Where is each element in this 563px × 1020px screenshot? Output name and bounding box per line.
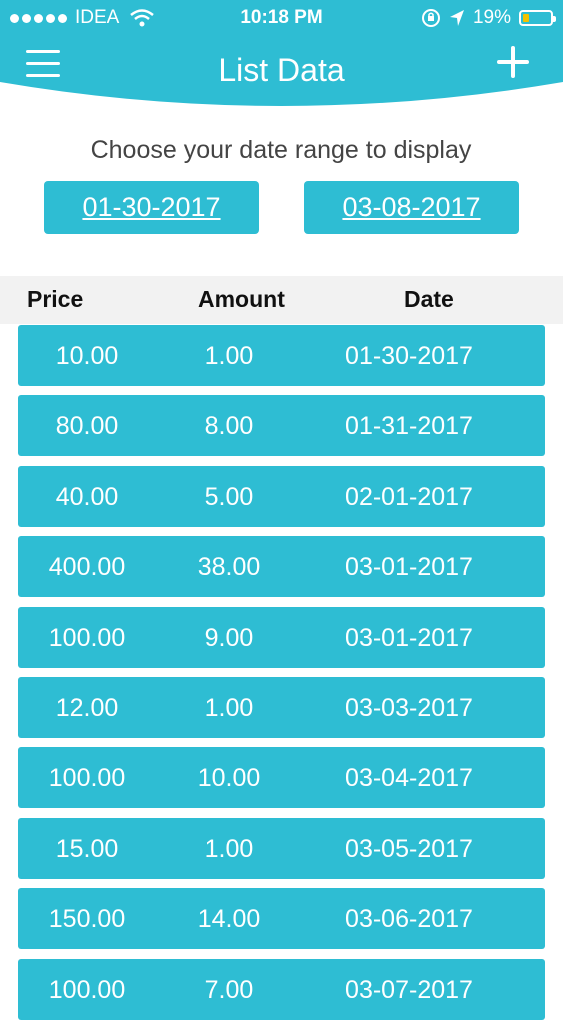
row-amount: 10.00: [197, 764, 261, 792]
table-row[interactable]: 80.00 8.00 01-31-2017: [18, 395, 545, 456]
row-amount: 7.00: [204, 976, 254, 1004]
add-button[interactable]: [497, 46, 529, 78]
row-date: 02-01-2017: [345, 483, 473, 511]
table-header: Price Amount Date: [0, 276, 563, 324]
row-amount: 1.00: [204, 694, 254, 722]
row-amount: 1.00: [204, 835, 254, 863]
battery-percent: 19%: [472, 7, 511, 28]
column-header-date: Date: [404, 286, 454, 312]
table-row[interactable]: 400.00 38.00 03-01-2017: [18, 536, 545, 597]
battery-icon: [519, 10, 556, 26]
row-date: 03-01-2017: [345, 553, 473, 581]
table-row[interactable]: 150.00 14.00 03-06-2017: [18, 888, 545, 949]
row-amount: 5.00: [204, 483, 254, 511]
orientation-lock-icon: [421, 9, 440, 27]
row-date: 01-30-2017: [345, 342, 473, 370]
table-row[interactable]: 100.00 10.00 03-04-2017: [18, 747, 545, 808]
status-bar: IDEA 10:18 PM 19%: [0, 0, 563, 36]
app-header: IDEA 10:18 PM 19% List Data: [0, 0, 563, 118]
row-amount: 14.00: [197, 905, 261, 933]
date-range-prompt: Choose your date range to display: [90, 136, 472, 164]
end-date-button[interactable]: 03-08-2017: [304, 181, 519, 234]
row-amount: 38.00: [197, 553, 261, 581]
row-amount: 8.00: [204, 412, 254, 440]
table-row[interactable]: 10.00 1.00 01-30-2017: [18, 325, 545, 386]
table-row[interactable]: 40.00 5.00 02-01-2017: [18, 466, 545, 527]
table-row[interactable]: 100.00 7.00 03-07-2017: [18, 959, 545, 1020]
row-amount: 9.00: [204, 624, 254, 652]
row-date: 03-06-2017: [345, 905, 473, 933]
row-date: 03-05-2017: [345, 835, 473, 863]
row-date: 03-01-2017: [345, 624, 473, 652]
column-header-price: Price: [27, 286, 84, 312]
location-arrow-icon: [449, 10, 464, 26]
column-header-amount: Amount: [198, 286, 285, 312]
table-row[interactable]: 15.00 1.00 03-05-2017: [18, 818, 545, 879]
table-row[interactable]: 12.00 1.00 03-03-2017: [18, 677, 545, 738]
table-row[interactable]: 100.00 9.00 03-01-2017: [18, 607, 545, 668]
start-date-button[interactable]: 01-30-2017: [44, 181, 259, 234]
page-title: List Data: [218, 52, 345, 88]
row-date: 03-04-2017: [345, 764, 473, 792]
row-amount: 1.00: [204, 342, 254, 370]
row-date: 01-31-2017: [345, 412, 473, 440]
row-date: 03-03-2017: [345, 694, 473, 722]
row-date: 03-07-2017: [345, 976, 473, 1004]
